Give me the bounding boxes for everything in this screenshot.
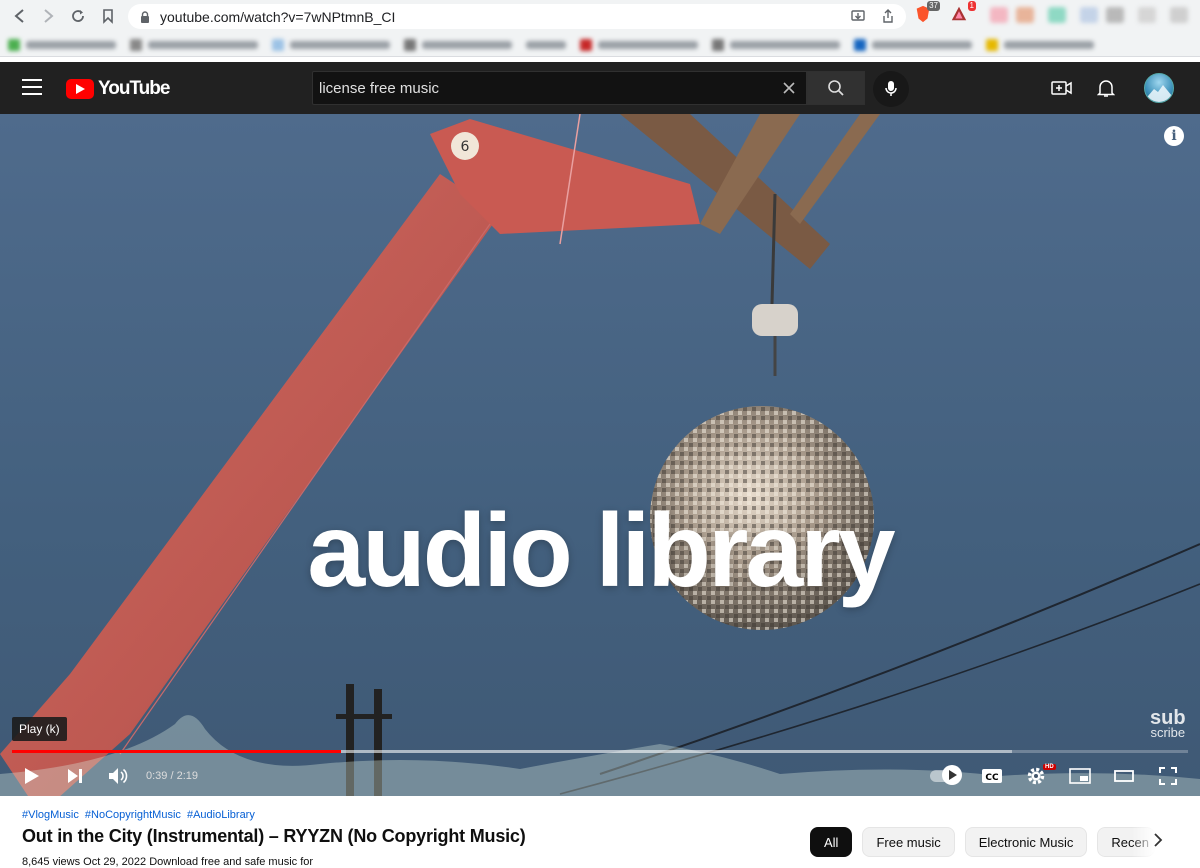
reload-icon[interactable] <box>64 2 92 30</box>
search-button[interactable] <box>807 71 865 105</box>
mute-button[interactable] <box>106 764 132 788</box>
cc-icon: CC <box>982 769 1002 783</box>
miniplayer-button[interactable] <box>1068 764 1092 788</box>
info-icon[interactable]: i <box>1164 126 1184 146</box>
extension-icon[interactable] <box>1080 7 1098 23</box>
chevron-right-icon[interactable] <box>1150 832 1166 848</box>
svg-text:CC: CC <box>985 773 999 783</box>
theater-icon <box>1114 770 1134 782</box>
play-tooltip: Play (k) <box>12 717 67 741</box>
search-query: license free music <box>319 79 440 97</box>
chip-all[interactable]: All <box>810 827 853 857</box>
extension-icon[interactable] <box>1016 7 1034 23</box>
install-icon[interactable] <box>850 8 866 29</box>
fullscreen-button[interactable] <box>1156 764 1180 788</box>
shields-count: 37 <box>927 1 940 11</box>
bookmark-item[interactable] <box>272 38 390 51</box>
hashtag-link[interactable]: #VlogMusic <box>22 809 79 821</box>
play-icon <box>25 768 39 784</box>
menu-icon[interactable] <box>22 79 42 95</box>
play-button[interactable] <box>20 764 44 788</box>
time-current: 0:39 <box>146 770 168 782</box>
browser-toolbar: youtube.com/watch?v=7wNPtmnB_CI 37 1 <box>0 0 1200 33</box>
extension-icon[interactable] <box>1170 7 1188 23</box>
miniplayer-icon <box>1069 768 1091 784</box>
extension-icon[interactable] <box>1048 7 1066 23</box>
video-overlay-title: audio library <box>307 493 895 609</box>
video-title: Out in the City (Instrumental) – RYYZN (… <box>22 826 526 846</box>
youtube-header: YouTube license free music <box>0 62 1200 114</box>
search-input[interactable]: license free music <box>312 71 807 105</box>
progress-bar[interactable] <box>12 750 1188 753</box>
hashtag-link[interactable]: #NoCopyrightMusic <box>85 809 181 821</box>
bookmark-item[interactable] <box>404 38 512 51</box>
logo-text: YouTube <box>98 78 170 99</box>
forward-icon[interactable] <box>34 2 62 30</box>
rewards-count: 1 <box>967 1 976 11</box>
extension-icon[interactable] <box>1106 7 1124 23</box>
extension-icon[interactable] <box>1138 7 1156 23</box>
bookmark-item[interactable] <box>8 38 116 51</box>
bookmark-item[interactable] <box>526 40 566 49</box>
time-display: 0:39 / 2:19 <box>146 770 198 782</box>
time-total: 2:19 <box>176 770 199 782</box>
skip-next-icon <box>68 769 82 783</box>
url-text: youtube.com/watch?v=7wNPtmnB_CI <box>160 8 396 25</box>
player-controls: 0:39 / 2:19 CC HD <box>0 758 1200 794</box>
share-icon[interactable] <box>880 8 896 29</box>
hashtag-link[interactable]: #AudioLibrary <box>187 809 255 821</box>
play-logo-icon <box>66 79 94 99</box>
video-frame: 6 <box>0 114 1200 796</box>
theater-mode-button[interactable] <box>1112 764 1136 788</box>
bookmark-item[interactable] <box>986 38 1094 51</box>
svg-text:6: 6 <box>461 139 470 155</box>
volume-icon <box>109 768 128 784</box>
microphone-icon <box>885 81 897 96</box>
back-icon[interactable] <box>6 2 34 30</box>
voice-search-button[interactable] <box>873 71 909 107</box>
video-meta: 8,645 views Oct 29, 2022 Download free a… <box>22 856 314 868</box>
subscribe-watermark[interactable]: sub scribe <box>1150 708 1186 740</box>
search-icon <box>828 80 844 96</box>
brave-shields-icon[interactable]: 37 <box>914 1 940 25</box>
brave-rewards-icon[interactable]: 1 <box>950 1 976 25</box>
youtube-logo[interactable]: YouTube <box>66 78 170 100</box>
fullscreen-icon <box>1159 767 1177 785</box>
autoplay-knob[interactable] <box>942 765 962 785</box>
lock-icon <box>141 10 149 23</box>
clear-search-icon[interactable] <box>772 81 806 95</box>
hashtags: #VlogMusic #NoCopyrightMusic #AudioLibra… <box>22 809 258 821</box>
create-video-icon[interactable] <box>1051 77 1073 99</box>
address-bar[interactable]: youtube.com/watch?v=7wNPtmnB_CI <box>128 4 906 29</box>
chip-recent[interactable]: Recen <box>1097 827 1156 857</box>
autoplay-play-icon <box>948 770 957 780</box>
captions-button[interactable]: CC <box>980 764 1004 788</box>
bookmark-icon[interactable] <box>94 2 122 30</box>
account-avatar[interactable] <box>1144 73 1174 103</box>
next-button[interactable] <box>63 764 87 788</box>
bookmark-item[interactable] <box>854 38 972 51</box>
chip-free-music[interactable]: Free music <box>862 827 955 857</box>
chip-electronic-music[interactable]: Electronic Music <box>964 827 1088 857</box>
hd-badge: HD <box>1043 764 1056 770</box>
notifications-bell-icon[interactable] <box>1095 77 1117 99</box>
bookmark-item[interactable] <box>712 38 840 51</box>
played-bar <box>12 750 342 753</box>
related-chips: All Free music Electronic Music Recen <box>810 827 1156 857</box>
bookmark-item[interactable] <box>580 38 698 51</box>
extension-icon[interactable] <box>990 7 1008 23</box>
watermark-line2: scribe <box>1150 725 1186 740</box>
video-info: #VlogMusic #NoCopyrightMusic #AudioLibra… <box>0 796 1200 868</box>
bookmarks-bar <box>0 33 1200 57</box>
video-player[interactable]: 6 audio library i sub scribe Play (k) 0:… <box>0 114 1200 796</box>
bookmark-item[interactable] <box>130 38 258 51</box>
